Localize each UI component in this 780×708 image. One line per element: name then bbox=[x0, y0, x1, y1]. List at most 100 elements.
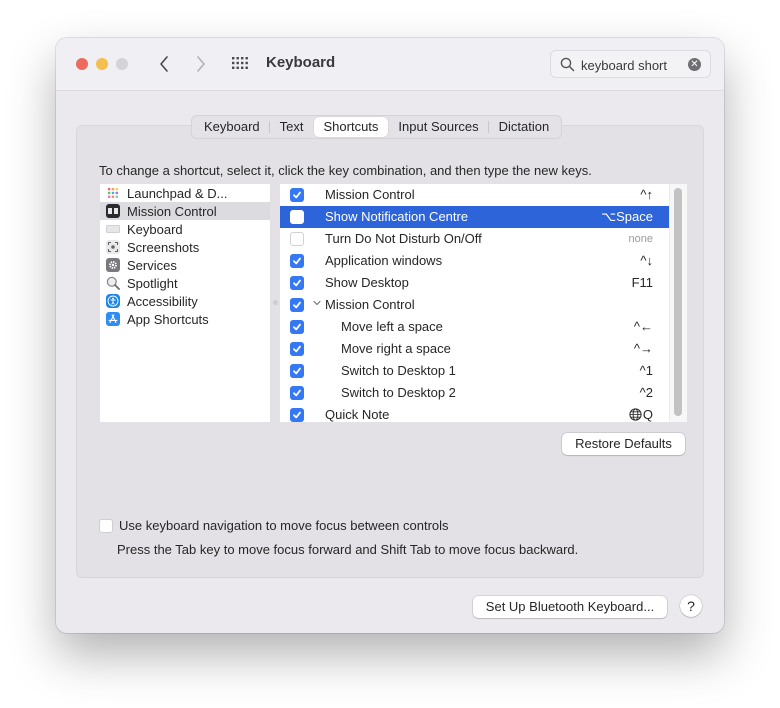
shortcut-checkbox[interactable] bbox=[290, 364, 304, 378]
shortcut-key[interactable]: ^← bbox=[634, 319, 653, 334]
accessibility-icon bbox=[106, 294, 120, 308]
checkmark-icon bbox=[293, 367, 301, 375]
shortcut-checkbox[interactable] bbox=[290, 188, 304, 202]
instruction-text: To change a shortcut, select it, click t… bbox=[99, 163, 592, 178]
zoom-window-button[interactable] bbox=[116, 58, 128, 70]
shortcut-category-list: Launchpad & D... Mission Control Keyboar… bbox=[100, 184, 270, 422]
keyboard-navigation-label[interactable]: Use keyboard navigation to move focus be… bbox=[119, 518, 449, 533]
title-bar: Keyboard ✕ bbox=[56, 38, 724, 91]
keyboard-icon bbox=[106, 222, 120, 236]
shortcut-group-row[interactable]: Mission Control bbox=[280, 294, 687, 316]
set-up-bluetooth-keyboard-button[interactable]: Set Up Bluetooth Keyboard... bbox=[473, 596, 667, 618]
checkmark-icon bbox=[293, 257, 301, 265]
close-window-button[interactable] bbox=[76, 58, 88, 70]
shortcut-checkbox[interactable] bbox=[290, 298, 304, 312]
shortcut-key[interactable]: ^↑ bbox=[640, 187, 653, 202]
category-label: Accessibility bbox=[127, 293, 198, 309]
category-label: Screenshots bbox=[127, 239, 200, 255]
shortcut-key[interactable]: ^2 bbox=[640, 385, 653, 400]
category-keyboard[interactable]: Keyboard bbox=[100, 220, 270, 238]
category-mission-control[interactable]: Mission Control bbox=[100, 202, 270, 220]
chevron-left-icon bbox=[160, 56, 168, 72]
scrollbar-thumb[interactable] bbox=[674, 188, 682, 416]
tab-text[interactable]: Text bbox=[270, 117, 314, 137]
shortcut-list: Mission Control ^↑ Show Notification Cen… bbox=[280, 184, 687, 422]
category-services[interactable]: Services bbox=[100, 256, 270, 274]
shortcut-label: Application windows bbox=[325, 253, 443, 268]
shortcut-checkbox[interactable] bbox=[290, 254, 304, 268]
spotlight-magnifier-icon bbox=[106, 276, 120, 290]
split-view-divider-handle[interactable] bbox=[273, 300, 278, 305]
tab-input-sources[interactable]: Input Sources bbox=[388, 117, 489, 137]
shortcut-label: Mission Control bbox=[325, 187, 415, 202]
keyboard-preferences-window: Keyboard ✕ Keyboard Text Shortcuts Input… bbox=[56, 38, 724, 633]
tab-keyboard[interactable]: Keyboard bbox=[194, 117, 270, 137]
minimize-window-button[interactable] bbox=[96, 58, 108, 70]
checkmark-icon bbox=[293, 411, 301, 419]
screenshot-icon bbox=[106, 240, 120, 254]
shortcut-checkbox[interactable] bbox=[290, 408, 304, 422]
shortcut-key[interactable]: none bbox=[629, 233, 653, 245]
checkmark-icon bbox=[293, 323, 301, 331]
shortcut-key[interactable]: ^1 bbox=[640, 363, 653, 378]
tab-shortcuts[interactable]: Shortcuts bbox=[313, 117, 389, 137]
shortcut-label: Quick Note bbox=[325, 407, 390, 422]
help-button[interactable]: ? bbox=[680, 595, 702, 617]
shortcut-row[interactable]: Turn Do Not Disturb On/Off none bbox=[280, 228, 687, 250]
mission-control-icon bbox=[106, 204, 120, 218]
shortcut-label: Switch to Desktop 2 bbox=[341, 385, 456, 400]
shortcut-label: Turn Do Not Disturb On/Off bbox=[325, 231, 482, 246]
category-label: App Shortcuts bbox=[127, 311, 209, 327]
magnifier-icon bbox=[560, 57, 575, 72]
tab-dictation[interactable]: Dictation bbox=[489, 117, 560, 137]
shortcut-label: Show Notification Centre bbox=[325, 209, 469, 224]
shortcut-key[interactable]: F11 bbox=[632, 275, 653, 290]
category-app-shortcuts[interactable]: App Shortcuts bbox=[100, 310, 270, 328]
shortcut-row[interactable]: Quick Note Q bbox=[280, 404, 687, 422]
window-title: Keyboard bbox=[266, 54, 336, 71]
category-label: Services bbox=[127, 257, 177, 273]
shortcut-checkbox[interactable] bbox=[290, 386, 304, 400]
category-accessibility[interactable]: Accessibility bbox=[100, 292, 270, 310]
show-all-button[interactable] bbox=[231, 55, 253, 73]
shortcut-key[interactable]: ^→ bbox=[634, 341, 653, 356]
tab-bar: Keyboard Text Shortcuts Input Sources Di… bbox=[191, 115, 563, 139]
shortcut-row-selected[interactable]: Show Notification Centre ⌥Space bbox=[280, 206, 687, 228]
shortcut-checkbox[interactable] bbox=[290, 210, 304, 224]
category-label: Spotlight bbox=[127, 275, 178, 291]
shortcut-key[interactable]: Q bbox=[629, 407, 653, 422]
checkmark-icon bbox=[293, 389, 301, 397]
shortcut-key[interactable]: ^↓ bbox=[640, 253, 653, 268]
category-screenshots[interactable]: Screenshots bbox=[100, 238, 270, 256]
shortcut-checkbox[interactable] bbox=[290, 320, 304, 334]
checkmark-icon bbox=[293, 301, 301, 309]
search-input[interactable] bbox=[581, 55, 681, 75]
shortcut-checkbox[interactable] bbox=[290, 342, 304, 356]
search-field[interactable]: ✕ bbox=[550, 50, 711, 78]
shortcut-key[interactable]: ⌥Space bbox=[601, 209, 653, 225]
restore-defaults-button[interactable]: Restore Defaults bbox=[562, 433, 685, 455]
shortcut-checkbox[interactable] bbox=[290, 232, 304, 246]
checkmark-icon bbox=[293, 191, 301, 199]
shortcut-row[interactable]: Mission Control ^↑ bbox=[280, 184, 687, 206]
globe-icon bbox=[629, 408, 642, 421]
keyboard-navigation-checkbox[interactable] bbox=[99, 519, 113, 533]
shortcut-label: Move right a space bbox=[341, 341, 451, 356]
category-launchpad[interactable]: Launchpad & D... bbox=[100, 184, 270, 202]
shortcut-row[interactable]: Show Desktop F11 bbox=[280, 272, 687, 294]
clear-search-icon[interactable]: ✕ bbox=[688, 58, 701, 71]
shortcut-label: Move left a space bbox=[341, 319, 443, 334]
shortcut-label: Mission Control bbox=[325, 297, 415, 312]
shortcut-checkbox[interactable] bbox=[290, 276, 304, 290]
shortcut-list-scrollbar[interactable] bbox=[669, 184, 687, 422]
shortcut-row[interactable]: Switch to Desktop 2 ^2 bbox=[280, 382, 687, 404]
shortcut-row[interactable]: Application windows ^↓ bbox=[280, 250, 687, 272]
disclosure-chevron-down-icon[interactable] bbox=[313, 298, 321, 309]
shortcut-row[interactable]: Move right a space ^→ bbox=[280, 338, 687, 360]
forward-button[interactable] bbox=[190, 52, 212, 76]
checkmark-icon bbox=[293, 345, 301, 353]
back-button[interactable] bbox=[153, 52, 175, 76]
shortcut-row[interactable]: Switch to Desktop 1 ^1 bbox=[280, 360, 687, 382]
category-spotlight[interactable]: Spotlight bbox=[100, 274, 270, 292]
shortcut-row[interactable]: Move left a space ^← bbox=[280, 316, 687, 338]
